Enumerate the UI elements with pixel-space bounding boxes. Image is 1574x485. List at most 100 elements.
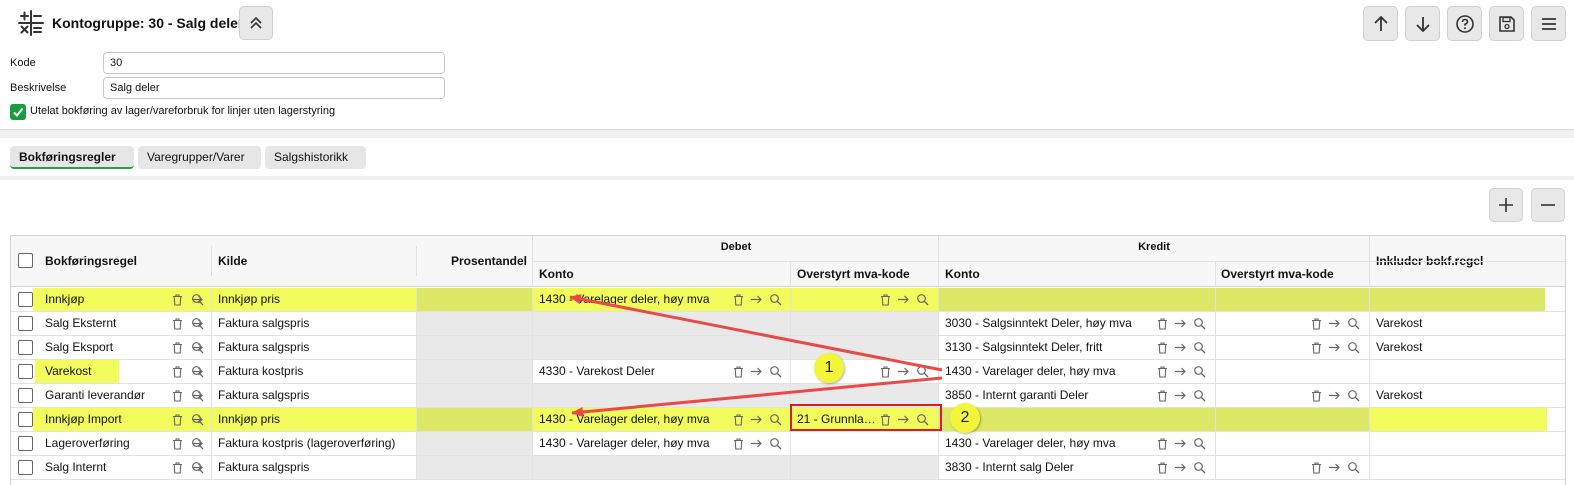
collapse-header-button[interactable] bbox=[239, 6, 273, 40]
delete-icon[interactable] bbox=[1310, 317, 1323, 330]
delete-icon[interactable] bbox=[171, 341, 184, 354]
lookup-icon[interactable] bbox=[191, 461, 204, 474]
delete-icon[interactable] bbox=[1156, 341, 1169, 354]
delete-icon[interactable] bbox=[732, 365, 745, 378]
row-checkbox[interactable] bbox=[18, 436, 33, 451]
delete-icon[interactable] bbox=[171, 365, 184, 378]
exclude-stock-checkbox[interactable] bbox=[10, 104, 26, 120]
lookup-icon[interactable] bbox=[1193, 341, 1206, 354]
delete-icon[interactable] bbox=[171, 461, 184, 474]
delete-icon[interactable] bbox=[1310, 389, 1323, 402]
delete-icon[interactable] bbox=[1156, 461, 1169, 474]
lookup-icon[interactable] bbox=[1193, 317, 1206, 330]
tab-salgshistorikk[interactable]: Salgshistorikk bbox=[265, 146, 366, 169]
lookup-icon[interactable] bbox=[769, 413, 782, 426]
delete-icon[interactable] bbox=[732, 293, 745, 306]
delete-icon[interactable] bbox=[1310, 341, 1323, 354]
delete-icon[interactable] bbox=[1156, 317, 1169, 330]
goto-icon[interactable] bbox=[750, 413, 763, 426]
move-up-button[interactable] bbox=[1363, 6, 1398, 41]
save-button[interactable] bbox=[1489, 6, 1524, 41]
lookup-icon[interactable] bbox=[769, 293, 782, 306]
lookup-icon[interactable] bbox=[1347, 461, 1360, 474]
row-checkbox[interactable] bbox=[18, 412, 33, 427]
row-checkbox[interactable] bbox=[18, 316, 33, 331]
table-row[interactable]: Salg Internt Faktura salgspris 3830 - Inte… bbox=[11, 456, 1565, 480]
tab-bokforingsregler[interactable]: Bokføringsregler bbox=[10, 146, 134, 169]
kode-input[interactable] bbox=[103, 52, 445, 74]
goto-icon[interactable] bbox=[750, 365, 763, 378]
beskrivelse-input[interactable] bbox=[103, 77, 445, 99]
select-all-checkbox[interactable] bbox=[18, 253, 33, 268]
goto-icon[interactable] bbox=[1174, 341, 1187, 354]
delete-icon[interactable] bbox=[732, 413, 745, 426]
goto-icon[interactable] bbox=[750, 293, 763, 306]
delete-icon[interactable] bbox=[1310, 461, 1323, 474]
goto-icon[interactable] bbox=[1174, 461, 1187, 474]
header-debet-mva[interactable]: Overstyrt mva-kode bbox=[797, 267, 910, 281]
delete-icon[interactable] bbox=[879, 365, 892, 378]
goto-icon[interactable] bbox=[1174, 317, 1187, 330]
lookup-icon[interactable] bbox=[769, 437, 782, 450]
row-checkbox[interactable] bbox=[18, 364, 33, 379]
lookup-icon[interactable] bbox=[191, 437, 204, 450]
header-kredit-konto[interactable]: Konto bbox=[945, 267, 980, 281]
delete-icon[interactable] bbox=[171, 413, 184, 426]
delete-icon[interactable] bbox=[879, 293, 892, 306]
delete-icon[interactable] bbox=[1156, 389, 1169, 402]
goto-icon[interactable] bbox=[1328, 389, 1341, 402]
goto-icon[interactable] bbox=[897, 293, 910, 306]
table-row[interactable]: Salg Eksport Faktura salgspris 3130 - Salg… bbox=[11, 336, 1565, 360]
goto-icon[interactable] bbox=[1174, 365, 1187, 378]
table-row[interactable]: Garanti leverandør Faktura salgspris 3850 … bbox=[11, 384, 1565, 408]
lookup-icon[interactable] bbox=[1193, 461, 1206, 474]
lookup-icon[interactable] bbox=[191, 389, 204, 402]
lookup-icon[interactable] bbox=[1347, 317, 1360, 330]
remove-row-button[interactable] bbox=[1531, 188, 1565, 222]
help-button[interactable] bbox=[1447, 6, 1482, 41]
row-checkbox[interactable] bbox=[18, 460, 33, 475]
header-kilde[interactable]: Kilde bbox=[218, 254, 247, 268]
row-checkbox[interactable] bbox=[18, 340, 33, 355]
table-row[interactable]: Salg Eksternt Faktura salgspris 3030 - Sal… bbox=[11, 312, 1565, 336]
goto-icon[interactable] bbox=[897, 365, 910, 378]
add-row-button[interactable] bbox=[1489, 188, 1523, 222]
lookup-icon[interactable] bbox=[191, 317, 204, 330]
delete-icon[interactable] bbox=[1156, 365, 1169, 378]
lookup-icon[interactable] bbox=[191, 413, 204, 426]
lookup-icon[interactable] bbox=[191, 293, 204, 306]
table-row[interactable]: Varekost Faktura kostpris 4330 - Varekost … bbox=[11, 360, 1565, 384]
lookup-icon[interactable] bbox=[1347, 389, 1360, 402]
header-prosentandel[interactable]: Prosentandel bbox=[423, 254, 527, 268]
header-kredit-mva[interactable]: Overstyrt mva-kode bbox=[1221, 267, 1334, 281]
delete-icon[interactable] bbox=[732, 437, 745, 450]
goto-icon[interactable] bbox=[1174, 389, 1187, 402]
lookup-icon[interactable] bbox=[191, 341, 204, 354]
table-row[interactable]: Innkjøp Import Innkjøp pris 1430 - Varelag… bbox=[11, 408, 1565, 432]
delete-icon[interactable] bbox=[171, 389, 184, 402]
delete-icon[interactable] bbox=[171, 317, 184, 330]
header-bokforingsregel[interactable]: Bokføringsregel bbox=[45, 254, 137, 268]
row-checkbox[interactable] bbox=[18, 292, 33, 307]
delete-icon[interactable] bbox=[171, 437, 184, 450]
lookup-icon[interactable] bbox=[1193, 437, 1206, 450]
goto-icon[interactable] bbox=[1174, 437, 1187, 450]
table-row[interactable]: Lageroverføring Faktura kostpris (lagerov… bbox=[11, 432, 1565, 456]
lookup-icon[interactable] bbox=[769, 365, 782, 378]
lookup-icon[interactable] bbox=[1193, 365, 1206, 378]
tab-varegrupper[interactable]: Varegrupper/Varer bbox=[138, 146, 261, 169]
lookup-icon[interactable] bbox=[191, 365, 204, 378]
goto-icon[interactable] bbox=[1328, 317, 1341, 330]
lookup-icon[interactable] bbox=[916, 293, 929, 306]
goto-icon[interactable] bbox=[750, 437, 763, 450]
delete-icon[interactable] bbox=[171, 293, 184, 306]
goto-icon[interactable] bbox=[1328, 461, 1341, 474]
delete-icon[interactable] bbox=[1156, 437, 1169, 450]
row-checkbox[interactable] bbox=[18, 388, 33, 403]
goto-icon[interactable] bbox=[1328, 341, 1341, 354]
table-row[interactable]: Innkjøp Innkjøp pris 1430 - Varelager dele… bbox=[11, 288, 1565, 312]
header-debet-konto[interactable]: Konto bbox=[539, 267, 574, 281]
move-down-button[interactable] bbox=[1405, 6, 1440, 41]
lookup-icon[interactable] bbox=[1193, 389, 1206, 402]
lookup-icon[interactable] bbox=[916, 365, 929, 378]
